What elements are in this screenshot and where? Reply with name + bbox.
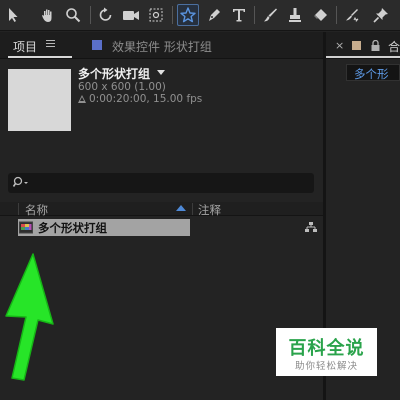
- project-panel-tabs: 项目 效果控件 形状打组: [0, 32, 323, 59]
- list-item-label: 多个形状打组: [38, 221, 107, 235]
- tab-composition[interactable]: 合: [388, 38, 400, 55]
- list-item[interactable]: 多个形状打组: [0, 219, 323, 236]
- comp-viewer-tab-label: 多个形: [354, 67, 389, 81]
- comp-size: 600 x 600 (1.00): [78, 81, 166, 93]
- pen-tool-icon[interactable]: [203, 4, 225, 26]
- brush-tool-icon[interactable]: [259, 4, 281, 26]
- composition-panel-tabs: × 合: [326, 32, 400, 59]
- pan-behind-tool-icon[interactable]: [145, 4, 167, 26]
- flowchart-icon[interactable]: [305, 222, 317, 236]
- selection-tool-icon[interactable]: [2, 4, 24, 26]
- camera-tool-icon[interactable]: [120, 4, 142, 26]
- clone-stamp-tool-icon[interactable]: [284, 4, 306, 26]
- toolbar-separator: [254, 6, 255, 24]
- delta-icon: [78, 95, 86, 103]
- lock-icon[interactable]: [371, 39, 380, 54]
- column-header-name[interactable]: 名称: [25, 202, 48, 218]
- comp-viewer-tab[interactable]: 多个形: [346, 64, 400, 81]
- puppet-pin-tool-icon[interactable]: [370, 4, 392, 26]
- column-divider: [18, 203, 19, 215]
- search-icon: [12, 176, 31, 193]
- toolbar-separator: [90, 6, 91, 24]
- comp-name: 多个形状打组: [78, 67, 151, 81]
- annotation-arrow-icon: [0, 250, 60, 388]
- tab-effect-controls[interactable]: 效果控件 形状打组: [112, 38, 212, 55]
- comp-duration: 0:00:20:00, 15.00 fps: [89, 93, 203, 105]
- composition-icon: [19, 221, 34, 234]
- rotation-tool-icon[interactable]: [95, 4, 117, 26]
- comp-color-swatch: [352, 41, 361, 50]
- column-header-comment[interactable]: 注释: [198, 202, 221, 218]
- toolbar-separator: [172, 6, 173, 24]
- chevron-down-icon[interactable]: [157, 70, 165, 75]
- project-list-header: 名称 注释: [0, 202, 323, 218]
- toolbar-separator: [336, 6, 337, 24]
- tab-project[interactable]: 项目: [13, 38, 37, 55]
- sort-ascending-icon[interactable]: [176, 205, 186, 211]
- comp-thumbnail: [8, 69, 71, 131]
- hand-tool-icon[interactable]: [37, 4, 59, 26]
- effects-color-swatch: [92, 40, 102, 50]
- watermark-subtitle: 助你轻松解决: [294, 361, 358, 372]
- toolbar: [0, 0, 400, 31]
- panel-menu-icon[interactable]: [46, 40, 55, 48]
- watermark-title: 百科全说: [288, 338, 365, 359]
- star-shape-tool-icon[interactable]: [177, 4, 199, 26]
- watermark: 百科全说 助你轻松解决: [276, 328, 377, 376]
- tab-composition-underline: [326, 56, 400, 58]
- search-input[interactable]: [8, 173, 314, 193]
- zoom-tool-icon[interactable]: [62, 4, 84, 26]
- roto-brush-tool-icon[interactable]: [341, 4, 363, 26]
- close-icon[interactable]: ×: [335, 39, 344, 52]
- column-divider: [192, 203, 193, 215]
- type-tool-icon[interactable]: [228, 4, 250, 26]
- eraser-tool-icon[interactable]: [309, 4, 331, 26]
- tab-project-underline: [8, 56, 72, 58]
